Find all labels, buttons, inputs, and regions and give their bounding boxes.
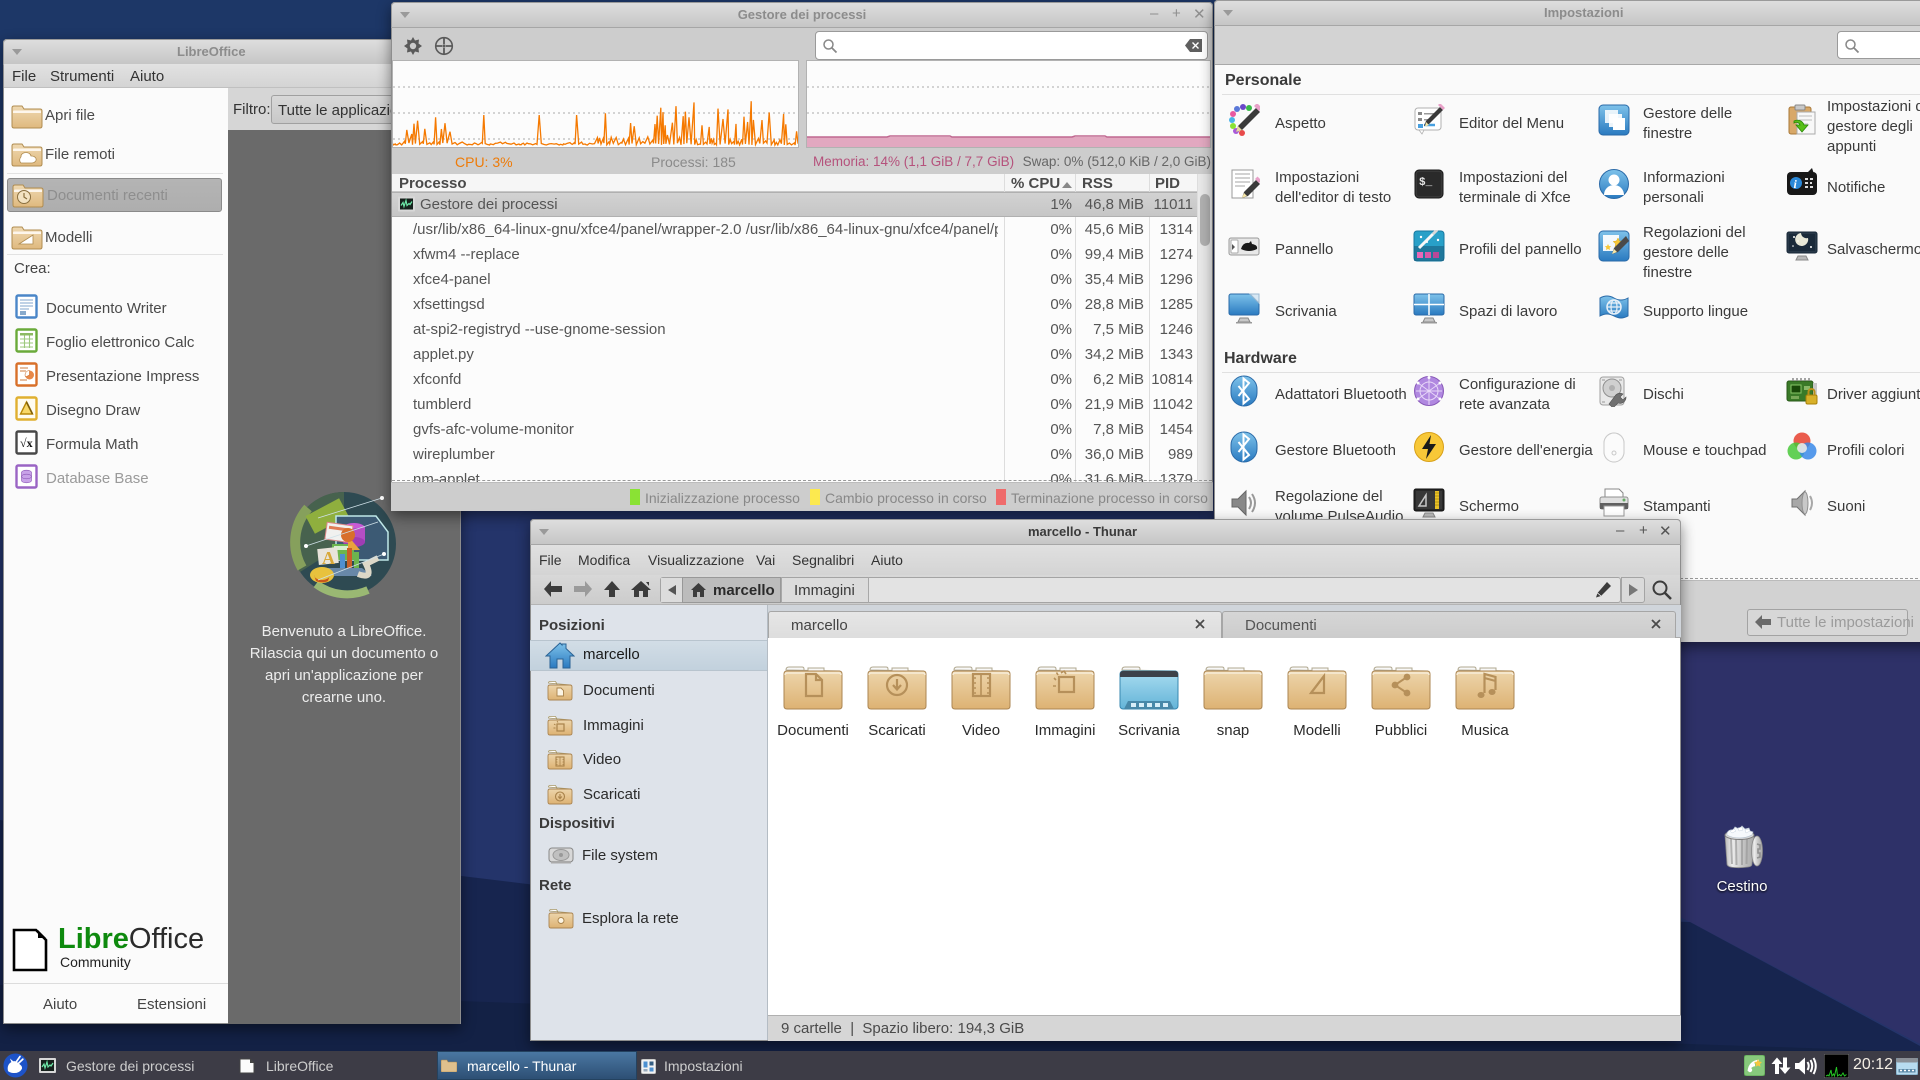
svg-text:A: A <box>322 548 335 568</box>
svg-text:√x: √x <box>20 436 33 450</box>
svg-text:$_: $_ <box>1419 177 1433 189</box>
